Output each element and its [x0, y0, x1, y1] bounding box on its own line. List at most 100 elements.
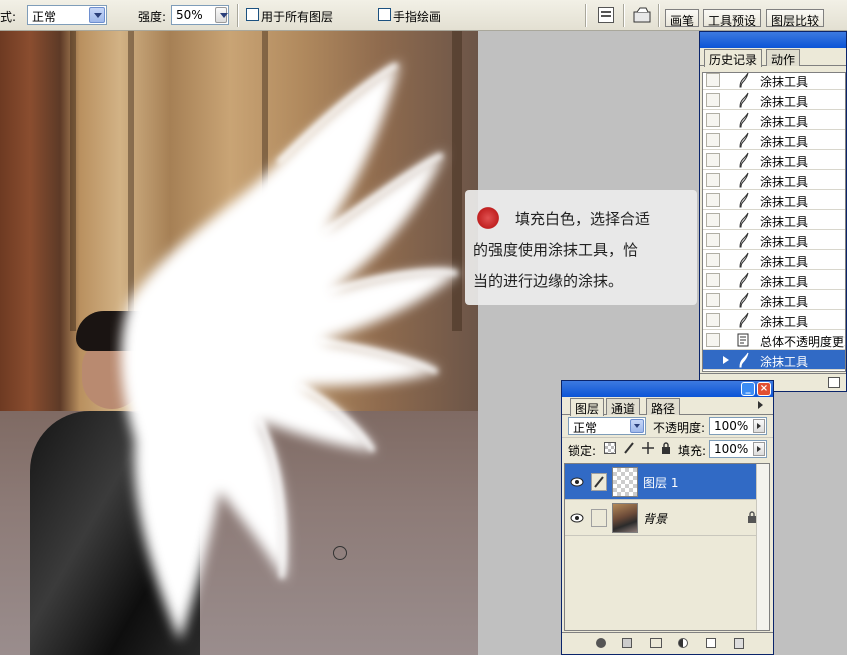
mode-select[interactable]: 正常 — [27, 5, 107, 25]
layer-thumbnail — [612, 467, 638, 497]
history-snapshot-checkbox[interactable] — [706, 133, 720, 147]
smudge-tool-icon — [735, 232, 751, 248]
fill-input[interactable]: 100% — [709, 440, 767, 458]
history-row[interactable]: 总体不透明度更改 — [703, 330, 845, 350]
panel-tab-layer-comps[interactable]: 图层比较 — [766, 9, 825, 28]
mode-select-value: 正常 — [32, 10, 57, 24]
history-row[interactable]: 涂抹工具 — [703, 150, 845, 170]
history-snapshot-checkbox[interactable] — [706, 293, 720, 307]
layer-row-layer-1[interactable]: 图层 1 — [565, 464, 769, 500]
history-tabs: 历史记录 动作 — [700, 48, 846, 67]
new-group-icon[interactable] — [650, 638, 662, 648]
tab-channels[interactable]: 通道 — [606, 398, 641, 416]
history-snapshot-checkbox[interactable] — [706, 113, 720, 127]
blend-mode-select[interactable]: 正常 — [568, 417, 646, 435]
chevron-down-icon — [630, 419, 644, 433]
history-snapshot-checkbox[interactable] — [706, 333, 720, 347]
lock-transparency-icon[interactable] — [604, 442, 616, 454]
history-row[interactable]: 涂抹工具 — [703, 170, 845, 190]
lock-all-icon[interactable] — [661, 442, 671, 454]
history-snapshot-checkbox[interactable] — [706, 153, 720, 167]
layer-mask-icon[interactable] — [622, 638, 632, 648]
history-state-marker-icon — [723, 356, 729, 364]
history-row[interactable]: 涂抹工具 — [703, 270, 845, 290]
layer-style-icon[interactable] — [596, 638, 606, 648]
brush-indicator-icon[interactable] — [591, 473, 607, 491]
tab-history[interactable]: 历史记录 — [704, 49, 763, 67]
palette-well-icon[interactable] — [598, 7, 614, 23]
adjustment-layer-icon[interactable] — [678, 638, 688, 648]
history-row-label: 总体不透明度更改 — [760, 335, 845, 349]
layer-thumbnail — [612, 503, 638, 533]
lock-move-icon[interactable] — [641, 441, 655, 455]
history-row[interactable]: 涂抹工具 — [703, 73, 845, 90]
layer-row-background[interactable]: 背景 — [565, 500, 769, 536]
history-row[interactable]: 涂抹工具 — [703, 290, 845, 310]
close-icon[interactable]: × — [757, 382, 771, 396]
smudge-tool-icon — [735, 352, 751, 368]
history-snapshot-checkbox[interactable] — [706, 253, 720, 267]
history-snapshot-checkbox[interactable] — [706, 233, 720, 247]
layer-name: 图层 1 — [643, 476, 679, 490]
minimize-icon[interactable]: _ — [741, 382, 755, 396]
opacity-input[interactable]: 100% — [709, 417, 767, 435]
history-row[interactable]: 涂抹工具 — [703, 210, 845, 230]
history-snapshot-checkbox[interactable] — [706, 73, 720, 87]
history-snapshot-checkbox[interactable] — [706, 173, 720, 187]
smudge-tool-icon — [735, 112, 751, 128]
history-snapshot-checkbox[interactable] — [706, 353, 720, 367]
slider-arrow-icon[interactable] — [215, 7, 228, 23]
new-layer-icon[interactable] — [706, 638, 716, 648]
tab-layers[interactable]: 图层 — [570, 398, 605, 416]
layers-titlebar[interactable]: _ × — [562, 381, 773, 397]
panel-tab-brushes[interactable]: 画笔 — [665, 9, 700, 28]
finger-painting-label: 手指绘画 — [393, 10, 442, 24]
tab-paths[interactable]: 路径 — [646, 398, 681, 416]
sample-all-layers-checkbox[interactable] — [246, 8, 259, 21]
panel-menu-icon[interactable] — [758, 401, 767, 409]
history-row[interactable]: 涂抹工具 — [703, 190, 845, 210]
layer-list-scrollbar[interactable] — [756, 464, 769, 630]
history-row[interactable]: 涂抹工具 — [703, 130, 845, 150]
smudge-tool-icon — [735, 212, 751, 228]
panel-tab-tool-presets[interactable]: 工具预设 — [703, 9, 762, 28]
history-menu-icon[interactable] — [828, 377, 840, 388]
history-row-label: 涂抹工具 — [760, 135, 809, 149]
strength-label: 强度: — [138, 10, 167, 24]
eye-icon[interactable] — [569, 474, 585, 490]
finger-painting-checkbox[interactable] — [378, 8, 391, 21]
trash-icon[interactable] — [734, 638, 744, 649]
layers-tabs: 图层 通道 路径 — [562, 397, 773, 416]
mode-label: 式: — [0, 10, 17, 24]
slider-arrow-icon[interactable] — [753, 419, 765, 433]
separator — [623, 4, 625, 27]
history-snapshot-checkbox[interactable] — [706, 313, 720, 327]
history-row-label: 涂抹工具 — [760, 355, 809, 369]
history-row[interactable]: 涂抹工具 — [703, 250, 845, 270]
document-canvas[interactable] — [0, 31, 478, 655]
eye-icon[interactable] — [569, 510, 585, 526]
history-row[interactable]: 涂抹工具 — [703, 350, 845, 370]
history-row[interactable]: 涂抹工具 — [703, 310, 845, 330]
document-icon — [735, 332, 751, 348]
strength-value: 50% — [176, 8, 203, 22]
history-snapshot-checkbox[interactable] — [706, 213, 720, 227]
history-row[interactable]: 涂抹工具 — [703, 110, 845, 130]
history-snapshot-checkbox[interactable] — [706, 273, 720, 287]
layer-name: 背景 — [643, 512, 668, 526]
lock-brush-icon[interactable] — [622, 441, 636, 455]
brush-cursor — [333, 546, 347, 560]
blend-mode-value: 正常 — [573, 421, 598, 435]
history-snapshot-checkbox[interactable] — [706, 93, 720, 107]
history-snapshot-checkbox[interactable] — [706, 193, 720, 207]
history-row[interactable]: 涂抹工具 — [703, 90, 845, 110]
smudge-tool-icon — [735, 192, 751, 208]
history-titlebar[interactable] — [700, 32, 846, 48]
tab-actions[interactable]: 动作 — [766, 49, 801, 67]
slider-arrow-icon[interactable] — [753, 442, 765, 456]
history-row[interactable]: 涂抹工具 — [703, 230, 845, 250]
strength-input[interactable]: 50% — [171, 5, 229, 25]
file-browser-icon[interactable] — [632, 6, 652, 24]
smudge-tool-icon — [735, 73, 751, 88]
link-box[interactable] — [591, 509, 607, 527]
